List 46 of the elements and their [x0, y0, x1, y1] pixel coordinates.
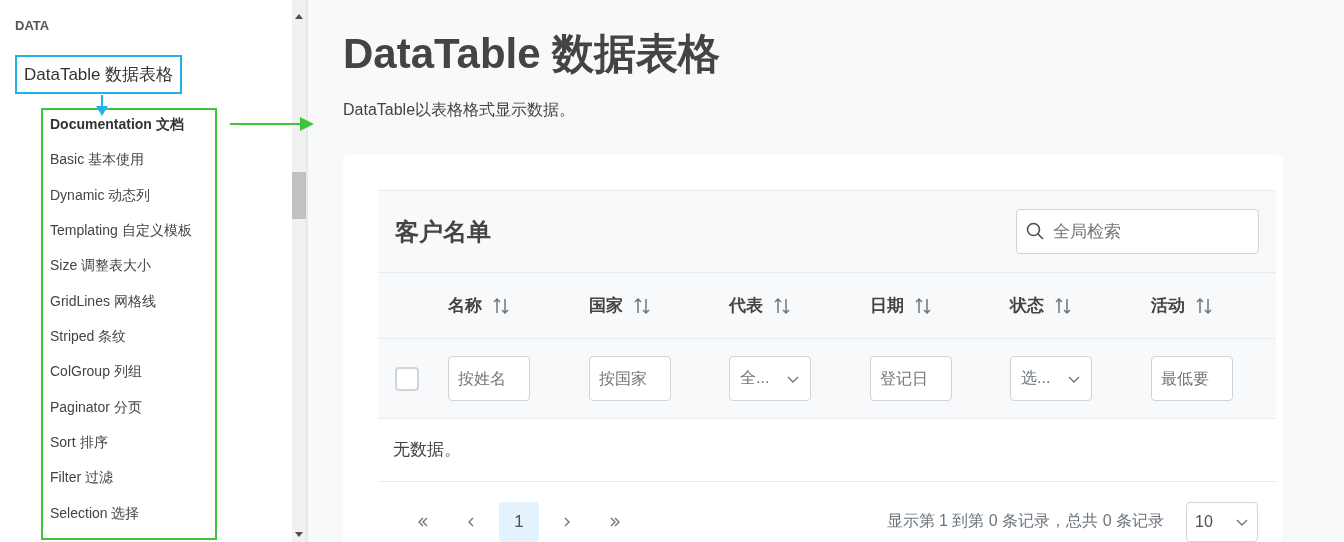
sidebar-item[interactable]: Selection 选择 [50, 502, 215, 538]
column-header[interactable]: 国家 [588, 294, 623, 317]
sidebar-item[interactable]: ColGroup 列组 [50, 361, 215, 397]
sort-icon[interactable] [632, 296, 651, 315]
search-field[interactable]: 全局检索 [1016, 209, 1259, 254]
sort-icon[interactable] [1194, 296, 1213, 315]
sidebar-item[interactable]: GridLines 网格线 [50, 290, 215, 326]
filter-field[interactable]: 最低要 [1150, 356, 1233, 401]
sort-icon[interactable] [492, 296, 510, 315]
filter-field[interactable]: 登记日 [869, 356, 952, 401]
column-header[interactable]: 状态 [1010, 294, 1044, 317]
sidebar-item[interactable]: DataTable 数据表格 [24, 65, 174, 84]
column-header[interactable]: 活动 [1150, 294, 1185, 317]
arrow-icon [230, 116, 314, 132]
rows-per-page-dropdown[interactable]: 10 [1186, 501, 1258, 542]
filter-dropdown[interactable]: 全... [729, 356, 811, 401]
sidebar-item[interactable]: Documentation 文档 [50, 114, 215, 150]
filter-dropdown[interactable]: 选... [1010, 356, 1092, 401]
sidebar-item[interactable]: Basic 基本使用 [50, 149, 215, 185]
sidebar-item[interactable]: Paginator 分页 [50, 396, 215, 432]
filter-field[interactable]: 按国家 [588, 356, 671, 401]
page-button[interactable]: 1 [499, 501, 539, 542]
page-summary: 显示第 1 到第 0 条记录，总共 0 条记录 [886, 511, 1164, 531]
sidebar-item[interactable]: Striped 条纹 [50, 325, 215, 362]
filter-field[interactable]: 按姓名 [448, 356, 530, 401]
scroll-up-icon[interactable] [294, 12, 304, 20]
sort-icon[interactable] [913, 296, 932, 315]
sort-icon[interactable] [1054, 296, 1072, 315]
scroll-down-icon[interactable] [294, 531, 304, 539]
empty-message: 无数据。 [393, 440, 461, 460]
sidebar-item[interactable]: Sort 排序 [50, 431, 215, 468]
scrollbar-thumb[interactable] [292, 172, 306, 219]
sidebar-item[interactable]: Templating 自定义模板 [50, 220, 215, 256]
sort-icon[interactable] [773, 296, 791, 315]
table-title: 客户名单 [395, 216, 491, 247]
sidebar-item[interactable]: Size 调整表大小 [50, 255, 215, 291]
column-header[interactable]: 日期 [869, 294, 904, 317]
page-title: DataTable 数据表格 [343, 29, 722, 79]
search-icon [1026, 222, 1044, 240]
description: DataTable以表格格式显示数据。 [343, 100, 577, 120]
section-heading: DATA [15, 18, 50, 33]
sidebar-item[interactable]: Dynamic 动态列 [50, 184, 215, 220]
checkbox[interactable] [395, 366, 419, 391]
column-header[interactable]: 代表 [729, 294, 763, 317]
column-header[interactable]: 名称 [448, 294, 482, 317]
sidebar-item[interactable]: Filter 过滤 [50, 467, 215, 503]
